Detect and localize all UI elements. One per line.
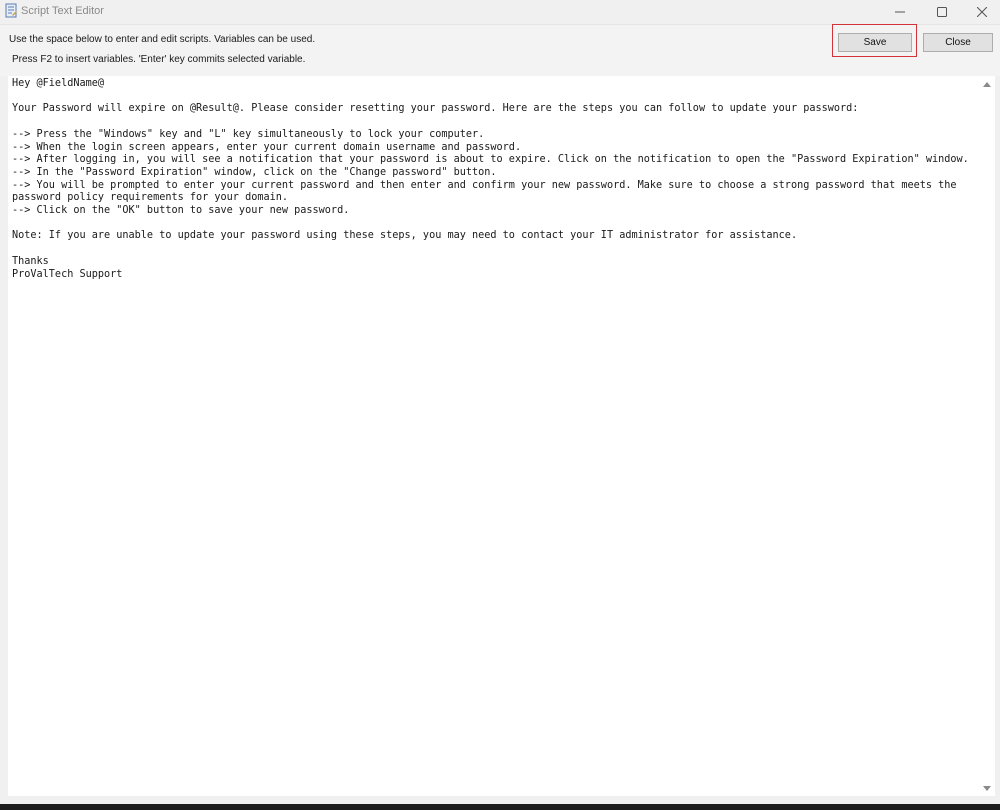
scroll-down-arrow-icon[interactable] xyxy=(982,784,992,792)
editor-line: password policy requirements for your do… xyxy=(12,192,289,204)
editor-line: Hey @FieldName@ xyxy=(12,78,105,89)
editor-line: --> Click on the "OK" button to save you… xyxy=(12,205,350,217)
editor-line: Note: If you are unable to update your p… xyxy=(12,230,798,242)
close-button[interactable]: Close xyxy=(923,33,993,52)
window-bottom-frame xyxy=(0,796,1000,804)
minimize-icon xyxy=(895,7,905,17)
editor-line: --> Press the "Windows" key and "L" key … xyxy=(12,128,485,140)
editor-line: --> After logging in, you will see a not… xyxy=(12,154,969,166)
maximize-button[interactable] xyxy=(922,0,962,24)
script-text-area[interactable]: Hey @FieldName@ Your Password will expir… xyxy=(8,76,979,796)
editor-line: Thanks xyxy=(12,255,49,267)
minimize-button[interactable] xyxy=(880,0,920,24)
title-bar: Script Text Editor xyxy=(0,0,1000,24)
window-title: Script Text Editor xyxy=(21,5,104,17)
editor-line: ProValTech Support xyxy=(12,268,123,280)
script-editor-icon xyxy=(4,3,18,19)
maximize-icon xyxy=(937,7,947,17)
script-text-content[interactable]: Hey @FieldName@ Your Password will expir… xyxy=(12,78,972,281)
close-icon xyxy=(977,7,987,17)
vertical-scrollbar[interactable] xyxy=(979,76,995,796)
scroll-up-arrow-icon[interactable] xyxy=(982,80,992,88)
instruction-text-line1: Use the space below to enter and edit sc… xyxy=(9,34,316,45)
editor-line: --> When the login screen appears, enter… xyxy=(12,141,522,153)
editor-line: --> You will be prompted to enter your c… xyxy=(12,179,957,191)
instruction-text-line2: Press F2 to insert variables. 'Enter' ke… xyxy=(12,54,306,65)
window-close-button[interactable] xyxy=(962,0,1000,24)
taskbar-edge xyxy=(0,804,1000,810)
editor-line: --> In the "Password Expiration" window,… xyxy=(12,166,497,178)
editor-line: Your Password will expire on @Result@. P… xyxy=(12,103,859,115)
save-button[interactable]: Save xyxy=(838,33,912,52)
